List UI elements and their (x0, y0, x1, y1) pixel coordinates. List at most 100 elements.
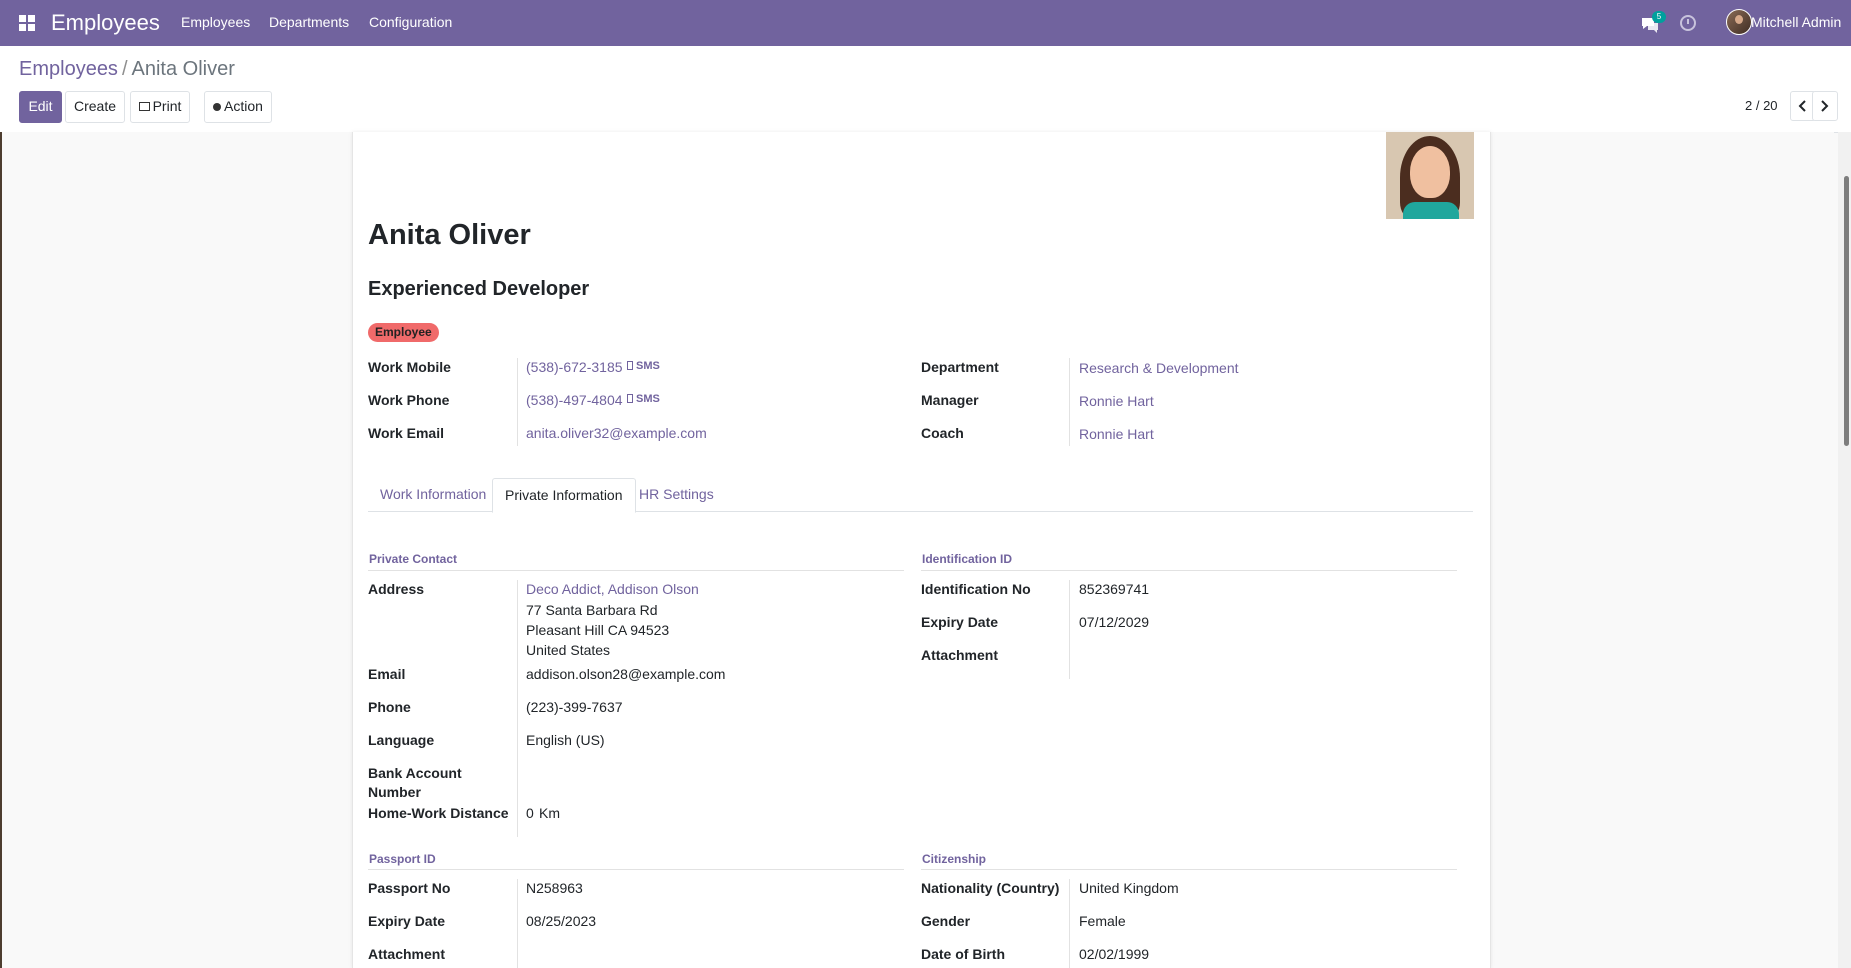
work-mobile-value[interactable]: (538)-672-3185 (526, 359, 623, 375)
identification-number-label: Identification No (921, 581, 1031, 597)
menu-configuration[interactable]: Configuration (369, 14, 452, 30)
private-phone-value[interactable]: (223)-399-7637 (526, 699, 623, 715)
field-divider (517, 879, 518, 968)
chevron-right-icon (1821, 100, 1829, 112)
section-separator (921, 869, 1457, 870)
activity-clock-icon[interactable] (1680, 15, 1696, 31)
employee-job-title[interactable]: Experienced Developer (368, 278, 589, 301)
tab-hr-settings[interactable]: HR Settings (627, 478, 726, 510)
top-navigation: Employees Employees Departments Configur… (0, 0, 1851, 46)
sms-icon (627, 361, 633, 370)
employee-name[interactable]: Anita Oliver (368, 219, 531, 252)
coach-value[interactable]: Ronnie Hart (1079, 426, 1154, 442)
identification-attachment-label: Attachment (921, 647, 999, 663)
apps-menu-icon[interactable] (19, 15, 35, 31)
print-icon (138, 102, 150, 111)
employee-tag[interactable]: Employee (368, 323, 439, 342)
chevron-left-icon (1798, 100, 1806, 112)
edit-button[interactable]: Edit (19, 91, 62, 123)
address-country: United States (526, 642, 611, 658)
breadcrumb-parent[interactable]: Employees (19, 58, 118, 80)
photo-face (1410, 146, 1450, 198)
address-city-zip: Pleasant Hill CA 94523 (526, 622, 670, 638)
private-email-value[interactable]: addison.olson28@example.com (526, 666, 725, 682)
vertical-scrollbar-thumb[interactable] (1844, 176, 1849, 446)
identification-expiry-value[interactable]: 07/12/2029 (1079, 614, 1149, 630)
date-of-birth-value[interactable]: 02/02/1999 (1079, 946, 1149, 962)
pager-value[interactable]: 2 / 20 (1745, 98, 1778, 113)
manager-value[interactable]: Ronnie Hart (1079, 393, 1154, 409)
print-button-label: Print (152, 98, 182, 114)
home-work-distance-unit: Km (539, 805, 560, 821)
address-street: 77 Santa Barbara Rd (526, 602, 658, 618)
private-email-label: Email (368, 666, 406, 682)
work-email-value[interactable]: anita.oliver32@example.com (526, 425, 707, 441)
field-divider (1069, 580, 1070, 679)
field-divider (517, 580, 518, 837)
section-separator (368, 869, 904, 870)
identification-title: Identification ID (922, 552, 1012, 566)
coach-label: Coach (921, 425, 964, 441)
photo-shirt (1403, 202, 1459, 219)
department-value[interactable]: Research & Development (1079, 360, 1239, 376)
passport-expiry-value[interactable]: 08/25/2023 (526, 913, 596, 929)
employee-form-sheet (352, 132, 1491, 968)
gear-icon (213, 103, 222, 111)
sms-label: SMS (636, 393, 660, 405)
passport-number-value[interactable]: N258963 (526, 880, 583, 896)
work-mobile-label: Work Mobile (368, 359, 451, 375)
language-value[interactable]: English (US) (526, 732, 605, 748)
department-label: Department (921, 359, 999, 375)
breadcrumb: Employees / Anita Oliver (19, 58, 235, 81)
gender-label: Gender (921, 913, 971, 929)
private-phone-label: Phone (368, 699, 411, 715)
employee-tabs: Work Information Private Information HR … (368, 478, 1473, 513)
passport-attachment-label: Attachment (368, 946, 446, 962)
user-name[interactable]: Mitchell Admin (1751, 14, 1841, 30)
section-separator (368, 570, 904, 571)
control-panel: Employees / Anita Oliver Edit Create Print… (0, 46, 1851, 133)
employee-photo[interactable] (1386, 132, 1474, 219)
bank-account-label-line-2: Number (368, 784, 421, 800)
home-work-distance-label: Home-Work Distance (368, 805, 509, 821)
address-label: Address (368, 581, 425, 597)
messages-count-badge: 5 (1652, 11, 1666, 23)
pager-next-button[interactable] (1812, 91, 1838, 121)
user-avatar[interactable] (1726, 9, 1752, 35)
sms-label: SMS (636, 360, 660, 372)
field-divider (1069, 358, 1070, 446)
nationality-value[interactable]: United Kingdom (1079, 880, 1179, 896)
tab-private-information[interactable]: Private Information (492, 478, 636, 513)
nationality-label: Nationality (Country) (921, 880, 1060, 896)
date-of-birth-label: Date of Birth (921, 946, 1005, 962)
field-divider (517, 358, 518, 446)
app-title[interactable]: Employees (51, 10, 160, 36)
identification-expiry-label: Expiry Date (921, 614, 999, 630)
private-contact-title: Private Contact (369, 552, 458, 566)
action-button-label: Action (224, 98, 263, 114)
print-button[interactable]: Print (130, 91, 190, 123)
passport-title: Passport ID (369, 852, 436, 866)
passport-expiry-label: Expiry Date (368, 913, 446, 929)
breadcrumb-separator: / (121, 58, 128, 80)
work-mobile-sms-button[interactable]: SMS (627, 360, 660, 372)
language-label: Language (368, 732, 435, 748)
home-work-distance-value[interactable]: 0 (526, 805, 534, 821)
action-button[interactable]: Action (204, 91, 272, 123)
work-phone-sms-button[interactable]: SMS (627, 393, 660, 405)
passport-number-label: Passport No (368, 880, 451, 896)
work-phone-value[interactable]: (538)-497-4804 (526, 392, 623, 408)
identification-number-value[interactable]: 852369741 (1079, 581, 1149, 597)
sms-icon (627, 394, 633, 403)
work-phone-label: Work Phone (368, 392, 450, 408)
section-separator (921, 570, 1457, 571)
tab-work-information[interactable]: Work Information (368, 478, 498, 510)
citizenship-title: Citizenship (922, 852, 987, 866)
create-button[interactable]: Create (65, 91, 125, 123)
field-divider (1069, 879, 1070, 968)
bank-account-label-line-1: Bank Account (368, 765, 462, 781)
menu-employees[interactable]: Employees (181, 14, 250, 30)
address-contact-name[interactable]: Deco Addict, Addison Olson (526, 581, 699, 597)
gender-value[interactable]: Female (1079, 913, 1126, 929)
menu-departments[interactable]: Departments (269, 14, 349, 30)
